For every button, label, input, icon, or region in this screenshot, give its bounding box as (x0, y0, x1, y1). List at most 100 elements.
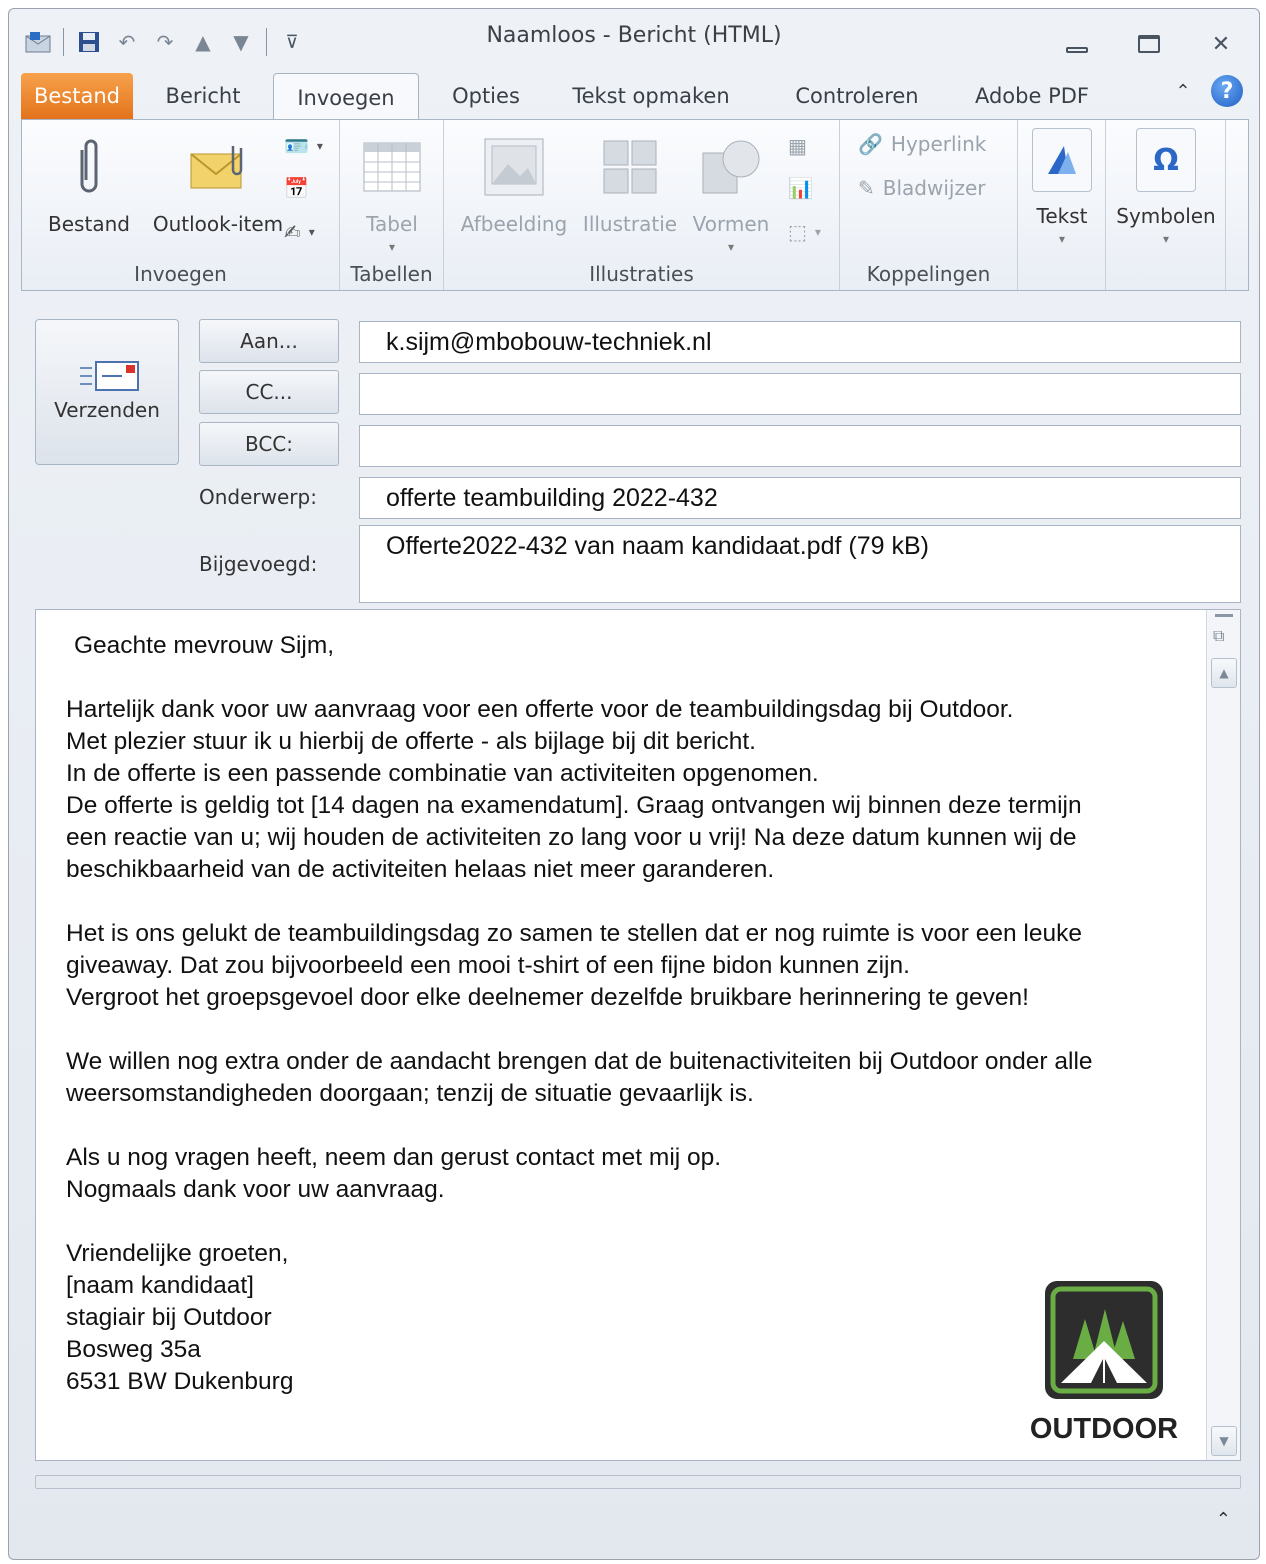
dropdown-arrow-icon: ▾ (1162, 232, 1170, 246)
paragraph-3: We willen nog extra onder de aandacht br… (66, 1046, 1196, 1110)
cc-field[interactable] (359, 373, 1241, 415)
tab-opties[interactable]: Opties (431, 73, 541, 119)
to-field[interactable]: k.sijm@mbobouw-techniek.nl (359, 321, 1241, 363)
table-button[interactable]: Tabel ▾ (350, 132, 434, 254)
send-button[interactable]: Verzenden (35, 319, 179, 465)
symbols-label: Symbolen (1116, 204, 1216, 228)
symbols-button[interactable]: Ω Symbolen ▾ (1114, 128, 1218, 246)
bcc-button[interactable]: BCC: (199, 422, 339, 466)
hyperlink-label: Hyperlink (890, 132, 987, 156)
tab-invoegen[interactable]: Invoegen (273, 73, 419, 121)
tab-controleren[interactable]: Controleren (777, 73, 937, 119)
to-button[interactable]: Aan... (199, 319, 339, 363)
smartart-button[interactable]: ▦ (788, 134, 807, 158)
outdoor-logo: OUTDOOR (1024, 1279, 1184, 1446)
screenshot-icon: ⬚ (788, 220, 807, 244)
group-label-tabellen: Tabellen (350, 262, 433, 286)
hyperlink-button[interactable]: 🔗 Hyperlink (858, 132, 986, 156)
tab-adobe-pdf[interactable]: Adobe PDF (957, 73, 1107, 119)
outlook-item-label: Outlook-item (152, 212, 284, 236)
envelope-attach-icon (148, 132, 288, 202)
message-body[interactable]: Geachte mevrouw Sijm, Hartelijk dank voo… (35, 609, 1241, 1461)
paragraph-4: Als u nog vragen heeft, neem dan gerust … (66, 1142, 1196, 1206)
text-line: De offerte is geldig tot [14 dagen na ex… (66, 792, 1082, 819)
screenshot-button[interactable]: ⬚ ▾ (788, 220, 821, 244)
subject-field[interactable]: offerte teambuilding 2022-432 (359, 477, 1241, 519)
minimize-ribbon-icon[interactable]: ⌃ (1169, 77, 1197, 105)
ribbon: Bestand Outlook-item 🪪▾ 📅 ✍▾ Invoegen (21, 119, 1249, 291)
dropdown-arrow-icon: ▾ (388, 240, 396, 254)
tab-bericht[interactable]: Bericht (143, 73, 263, 119)
chart-icon: 📊 (788, 176, 813, 200)
text-line: een reactie van u; wij houden de activit… (66, 824, 1077, 851)
business-card-button[interactable]: 🪪 ▾ (284, 134, 323, 158)
help-icon[interactable]: ? (1211, 75, 1243, 107)
clipart-label: Illustratie (582, 212, 678, 236)
attach-file-label: Bestand (48, 212, 130, 236)
text-line: Het is ons gelukt de teambuildingsdag zo… (66, 920, 1082, 947)
send-label: Verzenden (54, 398, 160, 422)
send-envelope-icon (78, 360, 140, 396)
attached-label: Bijgevoegd: (199, 552, 318, 576)
text-button[interactable]: Tekst ▾ (1024, 128, 1100, 246)
maximize-button[interactable] (1127, 29, 1171, 59)
picture-button[interactable]: Afbeelding (454, 132, 574, 236)
group-koppelingen: 🔗 Hyperlink ✎ Bladwijzer Koppelingen (840, 120, 1018, 290)
tab-tekst-opmaken[interactable]: Tekst opmaken (561, 73, 741, 119)
minimize-button[interactable] (1055, 29, 1099, 59)
signature-icon: ✍ (284, 220, 301, 244)
logo-text: OUTDOOR (1029, 1413, 1179, 1445)
text-line: In de offerte is een passende combinatie… (66, 760, 819, 787)
group-label-koppelingen: Koppelingen (866, 262, 991, 286)
paragraph-2: Het is ons gelukt de teambuildingsdag zo… (66, 918, 1196, 1014)
clipart-icon (578, 132, 682, 202)
bcc-field[interactable] (359, 425, 1241, 467)
group-symbolen: Ω Symbolen ▾ (1106, 120, 1226, 290)
calendar-button[interactable]: 📅 (284, 176, 309, 200)
shapes-button[interactable]: Vormen ▾ (684, 132, 778, 254)
dropdown-arrow-icon: ▾ (1058, 232, 1066, 246)
text-line: giveaway. Dat zou bijvoorbeeld een mooi … (66, 952, 910, 979)
attachment-item[interactable]: Offerte2022-432 van naam kandidaat.pdf (… (386, 532, 929, 561)
text-line: We willen nog extra onder de aandacht br… (66, 1048, 1093, 1075)
shapes-icon (684, 132, 778, 202)
shapes-label: Vormen (692, 212, 770, 236)
bookmark-label: Bladwijzer (882, 176, 986, 200)
omega-icon: Ω (1136, 128, 1196, 192)
group-label-illustraties: Illustraties (589, 262, 694, 286)
people-pane-splitter[interactable] (35, 1475, 1241, 1489)
vertical-scrollbar[interactable]: ⧉ ▲ ▼ (1206, 610, 1240, 1460)
attachment-field[interactable]: Offerte2022-432 van naam kandidaat.pdf (… (359, 525, 1241, 603)
attach-file-button[interactable]: Bestand (34, 132, 144, 236)
outlook-message-window: ↶ ↷ ▲ ▼ ⊽ Naamloos - Bericht (HTML) ✕ Be… (8, 8, 1260, 1560)
paragraph-1: Hartelijk dank voor uw aanvraag voor een… (66, 694, 1196, 886)
group-tabellen: Tabel ▾ Tabellen (340, 120, 444, 290)
table-icon (350, 132, 434, 202)
text-line: beschikbaarheid van de activiteiten hela… (66, 856, 775, 883)
text-line: Hartelijk dank voor uw aanvraag voor een… (66, 696, 1014, 723)
clipart-button[interactable]: Illustratie (578, 132, 682, 236)
signature-button[interactable]: ✍ ▾ (284, 220, 315, 244)
splitter-handle[interactable] (1215, 614, 1233, 617)
group-tekst: Tekst ▾ (1018, 120, 1106, 290)
bookmark-icon: ✎ (858, 176, 875, 200)
hyperlink-icon: 🔗 (858, 132, 883, 156)
scroll-down-button[interactable]: ▼ (1211, 1426, 1237, 1456)
group-invoegen: Bestand Outlook-item 🪪 ▾ 📅 ✍ ▾ Invoegen (22, 120, 340, 290)
text-line: weersomstandigheden doorgaan; tenzij de … (66, 1080, 754, 1107)
bookmark-button[interactable]: ✎ Bladwijzer (858, 176, 986, 200)
picture-label: Afbeelding (460, 212, 568, 236)
close-button[interactable]: ✕ (1199, 29, 1243, 59)
ruler-icon[interactable]: ⧉ (1213, 626, 1224, 646)
cc-button[interactable]: CC... (199, 370, 339, 414)
text-label: Tekst (1036, 204, 1088, 228)
business-card-icon: 🪪 (284, 134, 309, 158)
expand-people-pane-icon[interactable]: ⌃ (1216, 1509, 1231, 1530)
scroll-up-button[interactable]: ▲ (1211, 658, 1237, 688)
title-bar: ↶ ↷ ▲ ▼ ⊽ Naamloos - Bericht (HTML) ✕ (9, 9, 1259, 71)
chart-button[interactable]: 📊 (788, 176, 813, 200)
calendar-icon: 📅 (284, 176, 309, 200)
outlook-item-button[interactable]: Outlook-item (148, 132, 288, 236)
tab-bestand[interactable]: Bestand (21, 73, 133, 119)
text-a-icon (1032, 128, 1092, 192)
